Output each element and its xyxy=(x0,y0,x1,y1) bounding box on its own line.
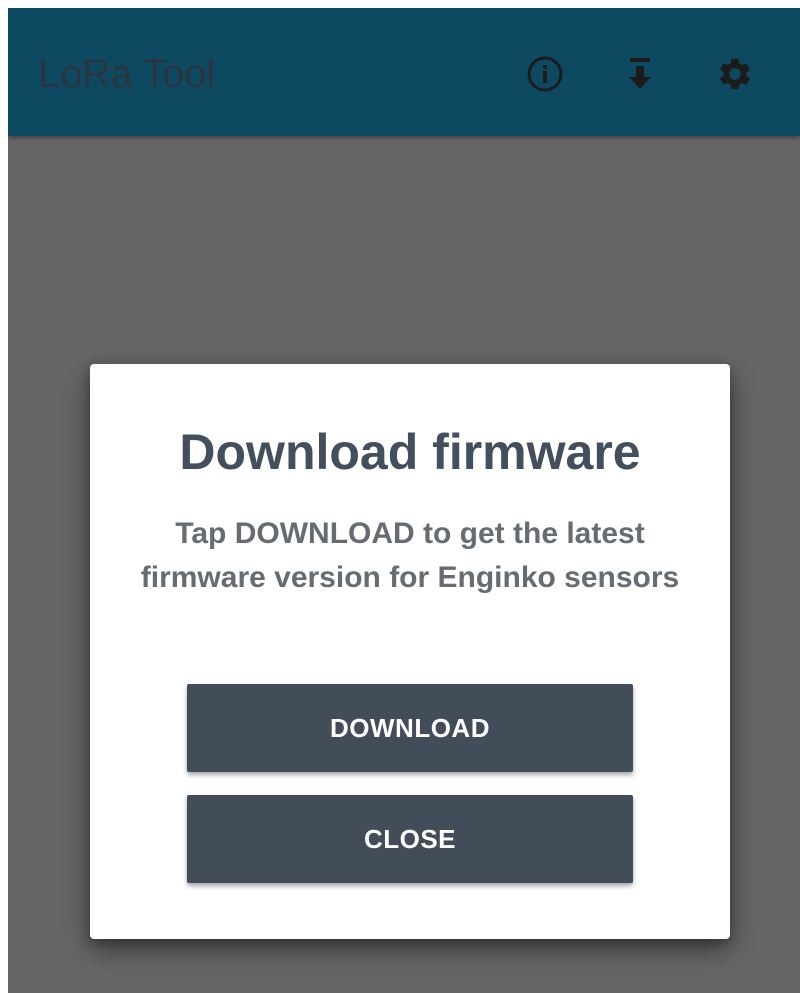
close-button[interactable]: CLOSE xyxy=(187,795,633,883)
info-icon[interactable] xyxy=(523,52,567,96)
download-button[interactable]: DOWNLOAD xyxy=(187,684,633,772)
dialog-message: Tap DOWNLOAD to get the latest firmware … xyxy=(140,517,680,594)
dialog-title: Download firmware xyxy=(179,424,641,480)
download-icon[interactable] xyxy=(618,52,662,96)
app-bar: LoRa Tool xyxy=(8,8,800,136)
app-screen: LoRa Tool Download firmware Tap DOWNLOAD… xyxy=(8,8,800,993)
download-firmware-dialog: Download firmware Tap DOWNLOAD to get th… xyxy=(90,364,730,939)
gear-icon[interactable] xyxy=(713,52,757,96)
app-title: LoRa Tool xyxy=(38,52,215,96)
